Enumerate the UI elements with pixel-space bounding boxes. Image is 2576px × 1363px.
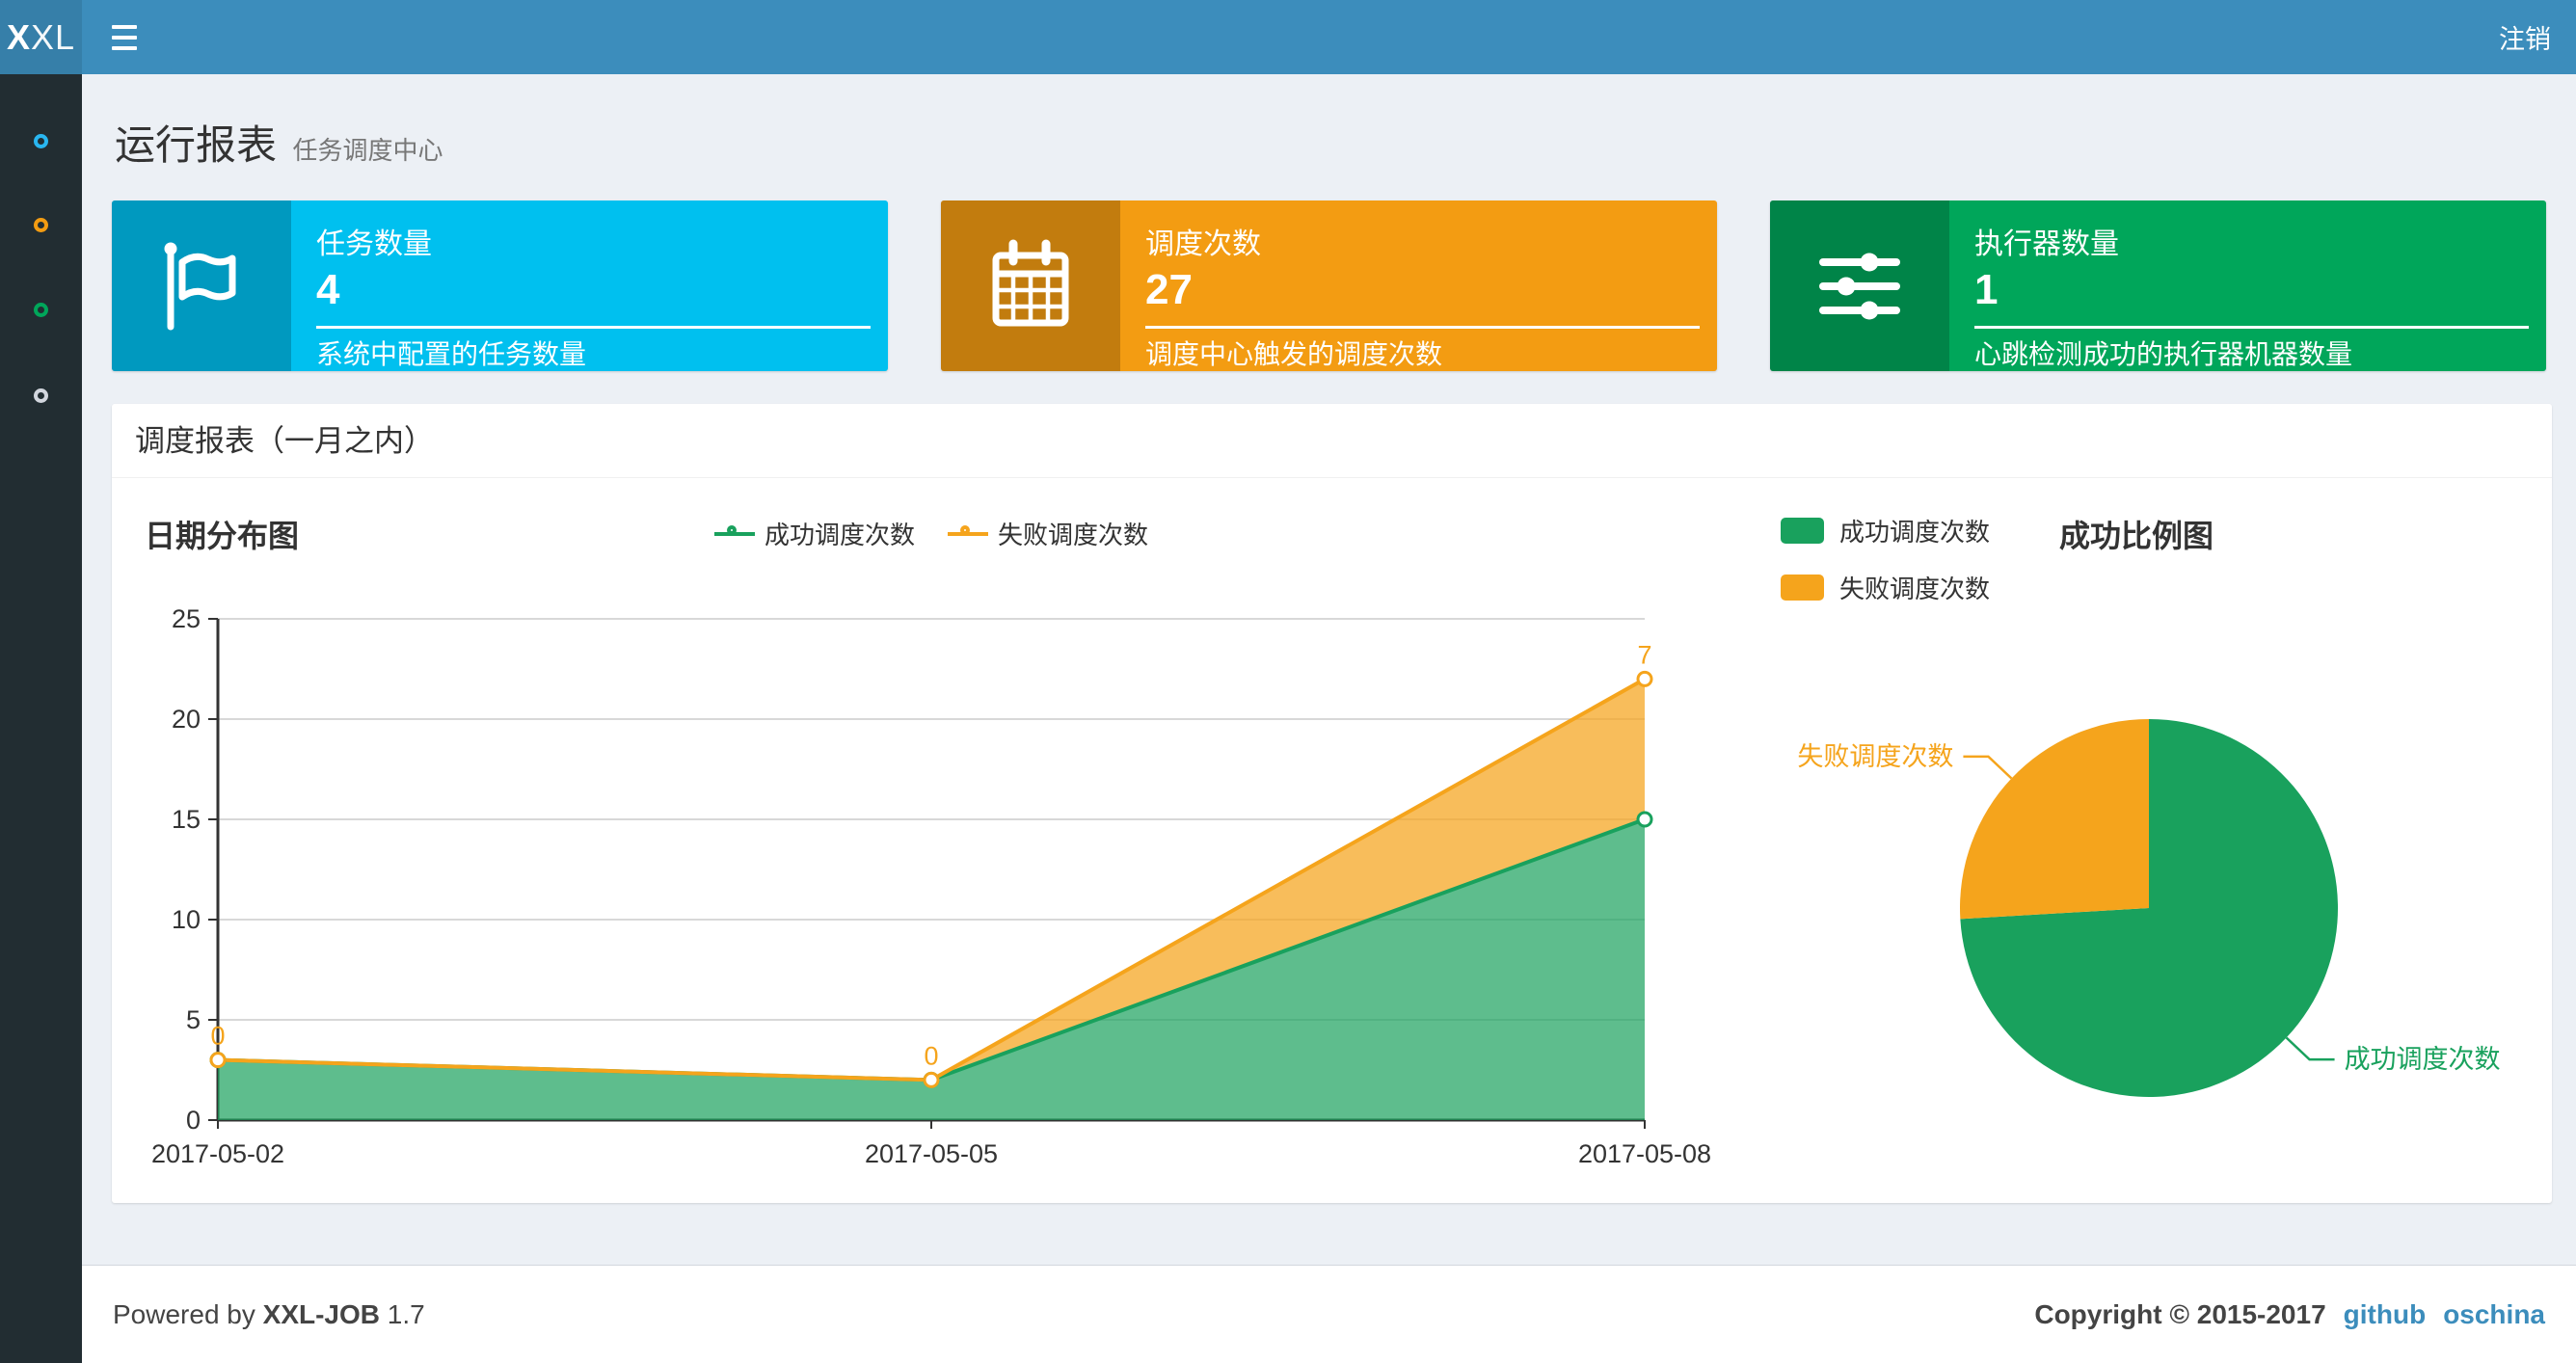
app-logo[interactable]: X XL (0, 0, 82, 74)
info-box-job-count: 任务数量 4 系统中配置的任务数量 (112, 200, 888, 371)
oschina-link[interactable]: oschina (2443, 1299, 2545, 1330)
info-box-value: 27 (1145, 266, 1193, 313)
info-box-label: 调度次数 (1145, 228, 1261, 260)
line-marker-icon (713, 524, 755, 536)
svg-text:10: 10 (172, 905, 201, 934)
info-box-executor-count: 执行器数量 1 心跳检测成功的执行器机器数量 (1770, 200, 2546, 371)
circle-outline-icon (34, 302, 48, 317)
svg-text:7: 7 (1637, 640, 1651, 669)
sidebar-item-report[interactable] (0, 121, 82, 160)
footer-right: Copyright © 2015-2017 github oschina (2034, 1299, 2545, 1330)
info-box-row: 任务数量 4 系统中配置的任务数量 调度次数 27 调度中心触发的调度次数 执行… (112, 200, 2546, 371)
page-subtitle: 任务调度中心 (292, 136, 443, 165)
panel-title: 调度报表（一月之内） (112, 404, 2552, 478)
info-box-value: 4 (316, 266, 340, 313)
svg-text:2017-05-08: 2017-05-08 (1578, 1139, 1711, 1168)
content-area: 运行报表 任务调度中心 任务数量 4 系统中配置的任务数量 调度次数 27 调度… (82, 74, 2576, 1265)
sidebar-item-jobs[interactable] (0, 205, 82, 244)
svg-text:2017-05-05: 2017-05-05 (865, 1139, 998, 1168)
calendar-icon (941, 200, 1120, 371)
logo-bold: X (6, 16, 31, 57)
logo-rest: XL (30, 16, 76, 57)
sliders-icon (1770, 200, 1949, 371)
flag-icon (112, 200, 291, 371)
circle-outline-icon (34, 133, 48, 148)
legend-item-success[interactable]: 成功调度次数 (1781, 513, 1990, 548)
line-marker-icon (948, 524, 988, 536)
line-chart-legend: 成功调度次数 失败调度次数 (652, 516, 1211, 551)
legend-label: 失败调度次数 (998, 521, 1149, 549)
navbar: X XL 注销 (0, 0, 2576, 74)
svg-text:0: 0 (186, 1106, 201, 1135)
svg-text:0: 0 (210, 1022, 225, 1051)
info-box-description: 系统中配置的任务数量 (316, 339, 587, 369)
sidebar (0, 74, 82, 1363)
svg-text:25: 25 (172, 604, 201, 633)
svg-text:2017-05-02: 2017-05-02 (151, 1139, 284, 1168)
powered-by: Powered by XXL-JOB 1.7 (113, 1299, 425, 1330)
info-box-label: 执行器数量 (1974, 228, 2119, 260)
info-box-content: 执行器数量 1 心跳检测成功的执行器机器数量 (1949, 200, 2546, 371)
svg-text:0: 0 (924, 1041, 938, 1070)
progress-bar (316, 326, 871, 329)
swatch-icon (1781, 518, 1824, 544)
page-title: 运行报表 (115, 122, 278, 168)
info-box-trigger-count: 调度次数 27 调度中心触发的调度次数 (941, 200, 1717, 371)
powered-prefix: Powered by (113, 1298, 255, 1329)
product-version: 1.7 (387, 1298, 425, 1329)
legend-label: 成功调度次数 (764, 521, 915, 549)
xxl-job-dashboard: X XL 注销 运行报表 任务调度中心 任务数量 4 系统中配置的任务数量 调度… (0, 0, 2576, 1363)
sidebar-item-logs[interactable] (0, 290, 82, 329)
github-link[interactable]: github (2344, 1299, 2427, 1330)
product-name: XXL-JOB (262, 1298, 381, 1329)
svg-text:5: 5 (186, 1005, 201, 1034)
line-chart-title: 日期分布图 (145, 519, 300, 553)
date-distribution-area-chart: 05101520252017-05-02 2017-05-05 2017-05-08… (151, 604, 1711, 1168)
legend-item-success[interactable]: 成功调度次数 (713, 516, 915, 551)
info-box-value: 1 (1974, 266, 1999, 313)
footer: Powered by XXL-JOB 1.7 Copyright © 2015-… (82, 1265, 2576, 1363)
sidebar-toggle-hamburger-icon[interactable] (112, 25, 139, 50)
legend-item-fail[interactable]: 失败调度次数 (948, 516, 1148, 551)
svg-text:20: 20 (172, 705, 201, 734)
success-ratio-pie-chart: 成功调度次数 失败调度次数 (1797, 719, 2501, 1097)
sidebar-item-executor[interactable] (0, 376, 82, 414)
report-panel: 调度报表（一月之内） 日期分布图 成功调度次数 失败调度次数 成功调度次数 失败… (112, 404, 2552, 1203)
legend-label: 成功调度次数 (1839, 518, 1991, 547)
info-box-description: 心跳检测成功的执行器机器数量 (1974, 339, 2353, 369)
circle-outline-icon (34, 388, 48, 403)
circle-outline-icon (34, 217, 48, 232)
progress-bar (1145, 326, 1700, 329)
svg-text:失败调度次数: 失败调度次数 (1797, 742, 1953, 771)
svg-text:成功调度次数: 成功调度次数 (2345, 1045, 2501, 1074)
info-box-content: 调度次数 27 调度中心触发的调度次数 (1120, 200, 1717, 371)
info-box-label: 任务数量 (316, 228, 432, 260)
logout-link[interactable]: 注销 (2499, 0, 2551, 74)
info-box-content: 任务数量 4 系统中配置的任务数量 (291, 200, 888, 371)
copyright-text: Copyright © 2015-2017 (2034, 1298, 2326, 1329)
info-box-description: 调度中心触发的调度次数 (1145, 339, 1443, 369)
svg-text:15: 15 (172, 805, 201, 834)
pie-chart-title: 成功比例图 (2059, 519, 2214, 553)
page-header: 运行报表 任务调度中心 (115, 113, 443, 172)
progress-bar (1974, 326, 2529, 329)
